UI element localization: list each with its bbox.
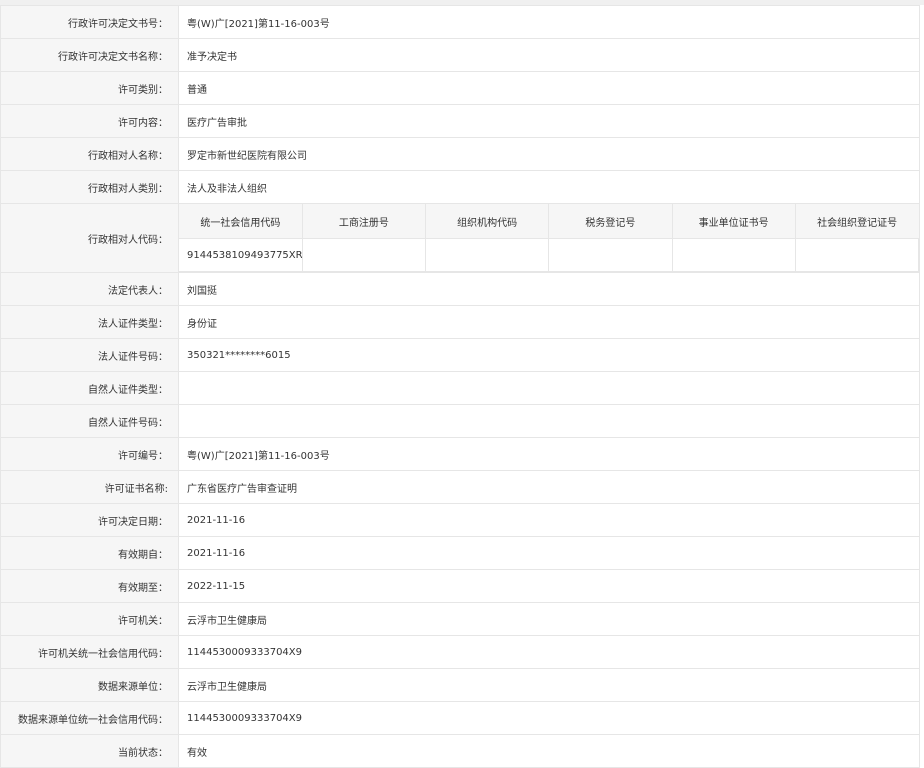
party-codes-header-row: 统一社会信用代码 工商注册号 组织机构代码 税务登记号 事业单位证书号 社会组织登记证号 <box>179 204 919 239</box>
party-codes-row: 行政相对人代码： 统一社会信用代码 工商注册号 组织机构代码 税务登记号 事业单位证书号社… <box>0 203 920 273</box>
party-codes-value-row: 9144538109493775XR <box>179 238 920 272</box>
party-codes-cell: 统一社会信用代码 工商注册号 组织机构代码 税务登记号 事业单位证书号 社会组织登记证号 9… <box>178 203 920 273</box>
field-value: 刘国挺 <box>178 272 920 306</box>
party-code-header: 工商注册号 <box>301 204 426 239</box>
field-label: 许可决定日期： <box>0 503 179 537</box>
detail-row: 法人证件类型： 身份证 <box>0 305 920 339</box>
detail-row: 许可内容： 医疗广告审批 <box>0 104 920 138</box>
party-code-header: 事业单位证书号 <box>671 204 796 239</box>
party-code-header: 税务登记号 <box>548 204 672 239</box>
detail-row: 自然人证件号码： <box>0 404 920 438</box>
field-label: 自然人证件类型： <box>0 371 179 405</box>
field-label: 许可机关： <box>0 602 179 636</box>
field-label: 数据来源单位统一社会信用代码： <box>0 701 179 735</box>
detail-row: 行政许可决定文书号： 粤(W)广[2021]第11-16-003号 <box>0 5 920 39</box>
field-label: 有效期自： <box>0 536 179 570</box>
field-value: 准予决定书 <box>178 38 920 72</box>
field-label: 许可机关统一社会信用代码： <box>0 635 179 669</box>
detail-row: 有效期自： 2021-11-16 <box>0 536 920 570</box>
party-code-header: 统一社会信用代码 <box>179 204 303 239</box>
detail-row: 当前状态： 有效 <box>0 734 920 768</box>
field-value: 罗定市新世纪医院有限公司 <box>178 137 920 171</box>
field-value: 法人及非法人组织 <box>178 170 920 204</box>
detail-row: 许可决定日期： 2021-11-16 <box>0 503 920 537</box>
detail-row: 行政相对人名称： 罗定市新世纪医院有限公司 <box>0 137 920 171</box>
detail-row: 数据来源单位统一社会信用代码： 1144530009333704X9 <box>0 701 920 735</box>
party-code-value <box>301 238 427 272</box>
field-value: 粤(W)广[2021]第11-16-003号 <box>178 437 920 471</box>
field-label: 法定代表人： <box>0 272 179 306</box>
field-label: 行政许可决定文书名称： <box>0 38 179 72</box>
field-value: 2021-11-16 <box>178 536 920 570</box>
detail-row: 有效期至： 2022-11-15 <box>0 569 920 603</box>
party-code-value <box>548 238 673 272</box>
field-value: 1144530009333704X9 <box>178 635 920 669</box>
detail-row: 行政许可决定文书名称： 准予决定书 <box>0 38 920 72</box>
field-label: 法人证件类型： <box>0 305 179 339</box>
field-value: 350321********6015 <box>178 338 920 372</box>
field-value: 云浮市卫生健康局 <box>178 668 920 702</box>
party-codes-table: 统一社会信用代码 工商注册号 组织机构代码 税务登记号 事业单位证书号 社会组织登记证号 9… <box>179 204 920 272</box>
field-value: 2022-11-15 <box>178 569 920 603</box>
field-value <box>178 404 920 438</box>
field-label: 有效期至： <box>0 569 179 603</box>
party-code-header: 社会组织登记证号 <box>794 204 919 239</box>
field-value: 云浮市卫生健康局 <box>178 602 920 636</box>
field-label: 当前状态： <box>0 734 179 768</box>
detail-row: 法定代表人： 刘国挺 <box>0 272 920 306</box>
field-label: 法人证件号码： <box>0 338 179 372</box>
detail-row: 许可机关统一社会信用代码： 1144530009333704X9 <box>0 635 920 669</box>
field-value: 普通 <box>178 71 920 105</box>
detail-row: 行政相对人类别： 法人及非法人组织 <box>0 170 920 204</box>
field-label: 许可类别： <box>0 71 179 105</box>
field-label: 行政相对人代码： <box>0 203 179 273</box>
detail-row: 许可编号： 粤(W)广[2021]第11-16-003号 <box>0 437 920 471</box>
field-value <box>178 371 920 405</box>
detail-row: 自然人证件类型： <box>0 371 920 405</box>
field-label: 自然人证件号码： <box>0 404 179 438</box>
field-value: 有效 <box>178 734 920 768</box>
party-code-value: 9144538109493775XR <box>179 238 303 272</box>
field-label: 许可内容： <box>0 104 179 138</box>
field-label: 行政许可决定文书号： <box>0 5 179 39</box>
detail-row: 许可机关： 云浮市卫生健康局 <box>0 602 920 636</box>
field-value: 广东省医疗广告审查证明 <box>178 470 920 504</box>
field-label: 许可编号： <box>0 437 179 471</box>
field-label: 行政相对人名称： <box>0 137 179 171</box>
field-value: 1144530009333704X9 <box>178 701 920 735</box>
party-code-value <box>424 238 550 272</box>
party-code-value <box>794 238 920 272</box>
detail-row: 许可类别： 普通 <box>0 71 920 105</box>
field-value: 2021-11-16 <box>178 503 920 537</box>
party-code-header: 组织机构代码 <box>424 204 549 239</box>
detail-row: 数据来源单位： 云浮市卫生健康局 <box>0 668 920 702</box>
field-value: 医疗广告审批 <box>178 104 920 138</box>
field-label: 许可证书名称: <box>0 470 179 504</box>
field-value: 粤(W)广[2021]第11-16-003号 <box>178 5 920 39</box>
party-code-value <box>671 238 796 272</box>
field-label: 数据来源单位： <box>0 668 179 702</box>
field-label: 行政相对人类别： <box>0 170 179 204</box>
license-detail-table: 行政许可决定文书号： 粤(W)广[2021]第11-16-003号 行政许可决定文书… <box>0 5 920 768</box>
detail-row: 许可证书名称: 广东省医疗广告审查证明 <box>0 470 920 504</box>
field-value: 身份证 <box>178 305 920 339</box>
detail-row: 法人证件号码： 350321********6015 <box>0 338 920 372</box>
